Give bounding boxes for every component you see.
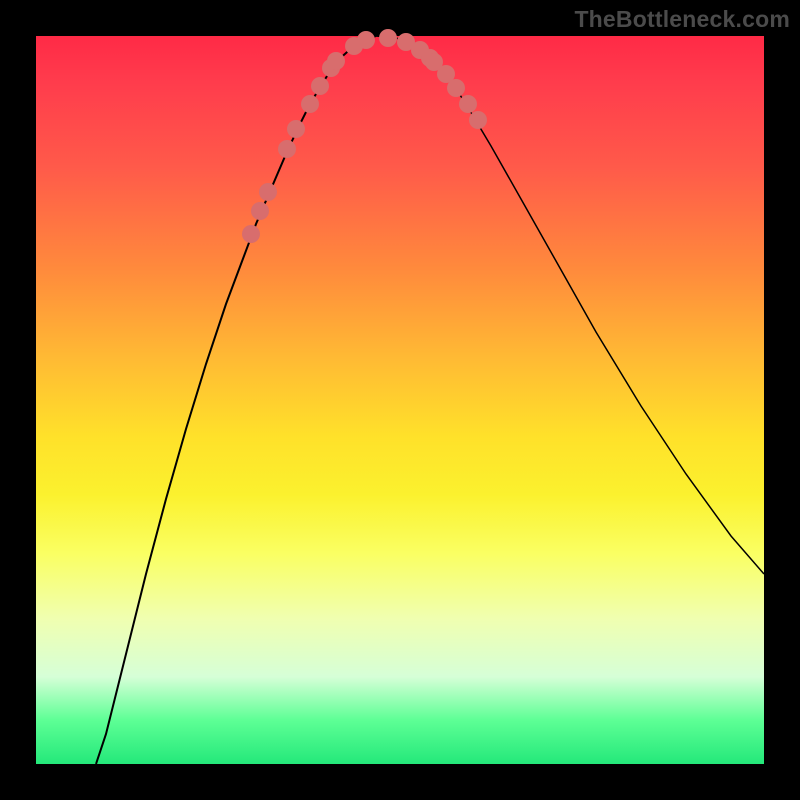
curve-marker [301, 95, 319, 113]
marker-group [242, 29, 487, 243]
chart-frame: TheBottleneck.com [0, 0, 800, 800]
curve-marker [287, 120, 305, 138]
curve-marker [251, 202, 269, 220]
curve-marker [447, 79, 465, 97]
curve-line-left [96, 36, 376, 764]
curve-marker [311, 77, 329, 95]
curve-marker [259, 183, 277, 201]
curve-marker [379, 29, 397, 47]
curve-marker [459, 95, 477, 113]
curve-marker [469, 111, 487, 129]
curve-marker [357, 31, 375, 49]
curve-line-right [376, 36, 764, 574]
chart-svg [36, 36, 764, 764]
curve-marker [242, 225, 260, 243]
watermark-text: TheBottleneck.com [574, 6, 790, 33]
curve-marker [278, 140, 296, 158]
plot-area [36, 36, 764, 764]
curve-marker [327, 52, 345, 70]
